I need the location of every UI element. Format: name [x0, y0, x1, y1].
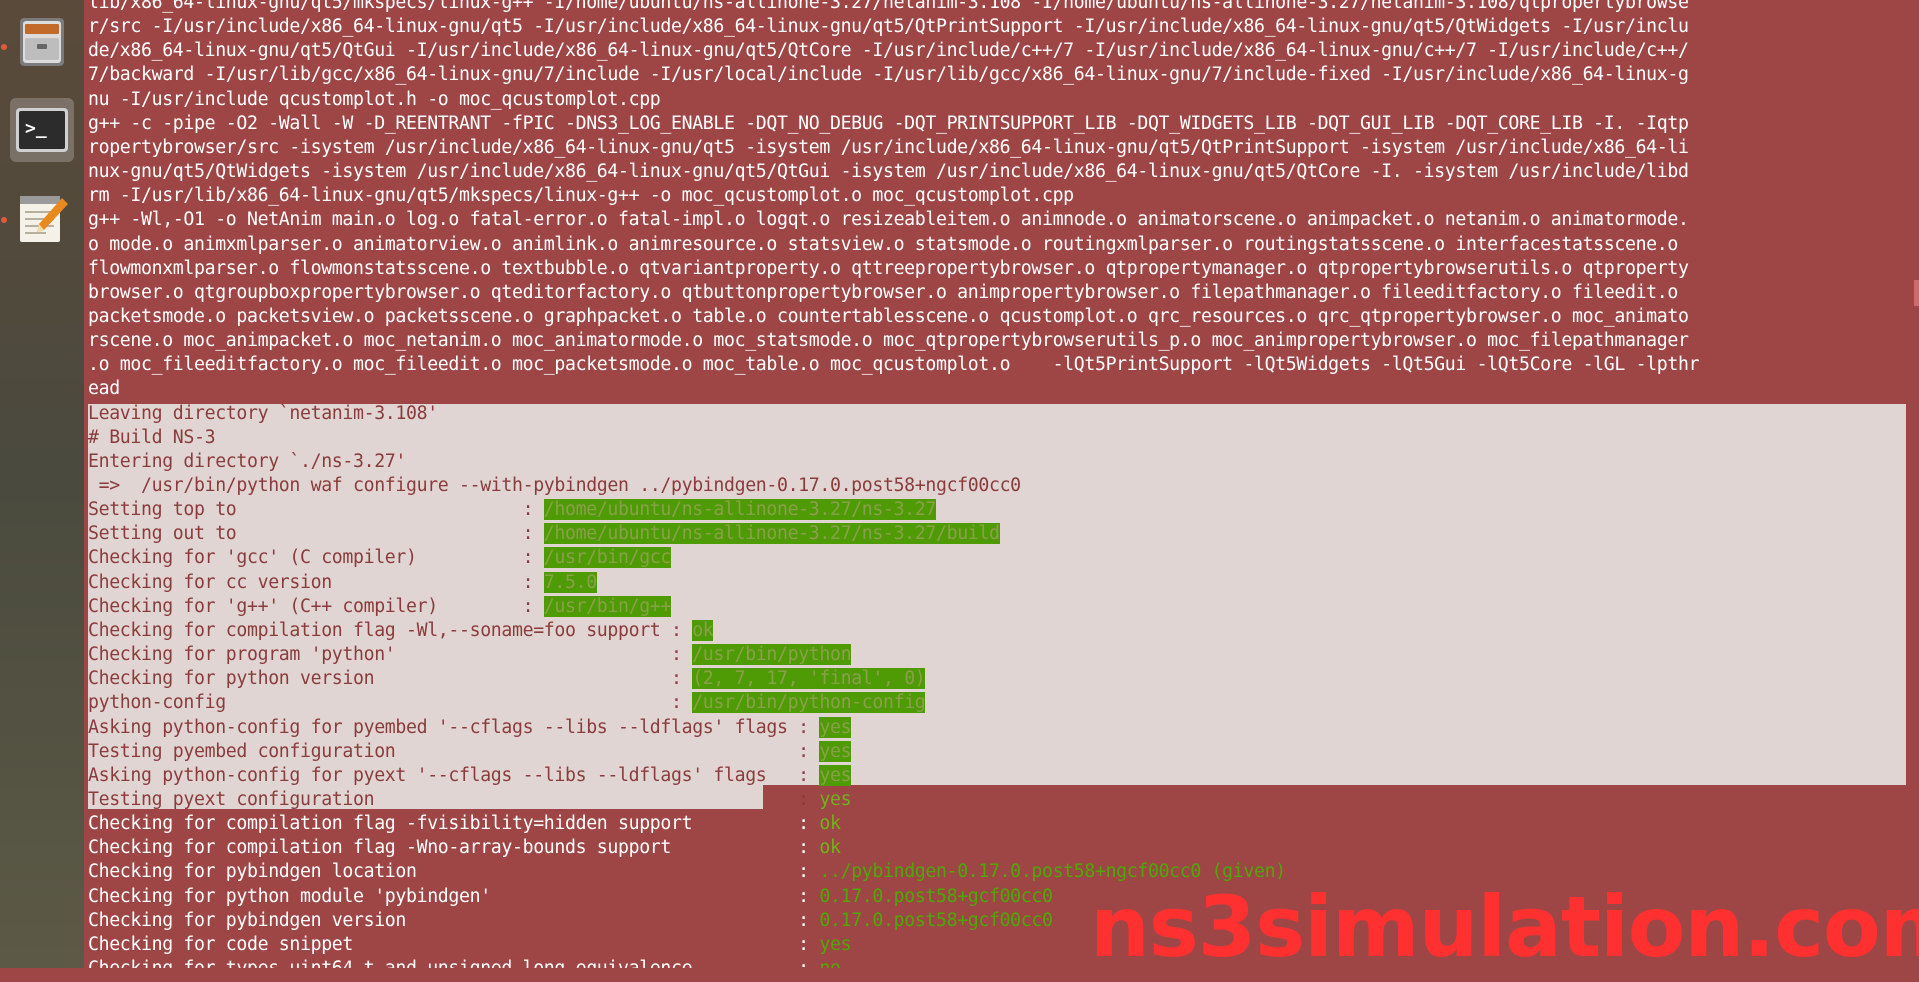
check-label: Checking for compilation flag -Wno-array…	[88, 837, 820, 859]
check-label: Setting top to :	[88, 499, 544, 521]
terminal-line: packetsmode.o packetsview.o packetsscene…	[88, 305, 1689, 327]
check-label: Asking python-config for pyext '--cflags…	[88, 764, 820, 786]
terminal-line: o mode.o animxmlparser.o animatorview.o …	[88, 233, 1678, 255]
terminal-line: Checking for program 'python' : /usr/bin…	[88, 643, 852, 667]
text-editor-launcher-button[interactable]	[10, 186, 74, 250]
terminal-line: r/src -I/usr/include/x86_64-linux-gnu/qt…	[88, 16, 1689, 38]
check-result: yes	[819, 716, 852, 738]
file-cabinet-icon	[20, 18, 64, 66]
check-result: /usr/bin/g++	[543, 595, 671, 617]
terminal-line: Setting out to : /home/ubuntu/ns-allinon…	[88, 522, 1000, 546]
terminal-line: Testing pyembed configuration : yes	[88, 740, 852, 764]
check-label: Checking for compilation flag -Wl,--sona…	[88, 619, 693, 641]
terminal-line: Checking for types uint64_t and unsigned…	[88, 957, 841, 968]
terminal-line: Setting top to : /home/ubuntu/ns-allinon…	[88, 498, 936, 522]
terminal-line: Checking for cc version : 7.5.0	[88, 571, 597, 595]
terminal-line: Checking for 'g++' (C++ compiler) : /usr…	[88, 595, 671, 619]
check-result: yes	[819, 764, 852, 786]
check-result: ok	[819, 813, 841, 835]
terminal-line: browser.o qtgroupboxpropertybrowser.o qt…	[88, 281, 1678, 303]
terminal-launcher-button[interactable]: >_	[10, 98, 74, 162]
terminal-line: Checking for compilation flag -Wl,--sona…	[88, 619, 714, 643]
terminal-line: Asking python-config for pyembed '--cfla…	[88, 716, 852, 740]
watermark: ns3simulation.com	[1090, 878, 1919, 976]
terminal-line: nu -I/usr/include qcustomplot.h -o moc_q…	[88, 88, 661, 110]
terminal-line: Asking python-config for pyext '--cflags…	[88, 764, 852, 788]
check-label: Checking for compilation flag -fvisibili…	[88, 813, 820, 835]
check-label: Checking for 'gcc' (C compiler) :	[88, 547, 544, 569]
scrollbar-indicator[interactable]	[1914, 280, 1919, 306]
check-label: Setting out to :	[88, 523, 544, 545]
check-result: 7.5.0	[543, 571, 597, 593]
terminal-line: Checking for python version : (2, 7, 17,…	[88, 667, 926, 691]
terminal-line: Leaving directory `netanim-3.108'	[88, 402, 438, 424]
check-label: python-config :	[88, 692, 693, 714]
terminal-line: Checking for code snippet : yes	[88, 933, 852, 957]
check-result: /usr/bin/python-config	[692, 692, 926, 714]
terminal-line: python-config : /usr/bin/python-config	[88, 691, 926, 715]
terminal-prompt: >_	[25, 118, 47, 139]
terminal-line: Testing pyext configuration : yes	[88, 788, 852, 812]
running-indicator	[1, 44, 7, 50]
check-label: Checking for code snippet :	[88, 933, 820, 955]
terminal-line: g++ -Wl,-O1 -o NetAnim main.o log.o fata…	[88, 209, 1689, 231]
check-label: Checking for python module 'pybindgen' :	[88, 885, 820, 907]
check-result: /home/ubuntu/ns-allinone-3.27/ns-3.27	[543, 499, 936, 521]
terminal-line: Checking for compilation flag -fvisibili…	[88, 812, 841, 836]
check-label: Checking for python version :	[88, 668, 693, 690]
check-label: Checking for types uint64_t and unsigned…	[88, 958, 819, 968]
running-indicator	[1, 217, 7, 223]
terminal-line: flowmonxmlparser.o flowmonstatsscene.o t…	[88, 257, 1689, 279]
check-label: Checking for program 'python' :	[88, 644, 693, 666]
check-result: no	[819, 958, 841, 968]
check-label: Checking for pybindgen location :	[88, 861, 820, 883]
terminal-line: rm -I/usr/lib/x86_64-linux-gnu/qt5/mkspe…	[88, 185, 1074, 207]
check-label: Checking for pybindgen version :	[88, 909, 820, 931]
terminal-line: Checking for 'gcc' (C compiler) : /usr/b…	[88, 546, 671, 570]
check-label: Checking for 'g++' (C++ compiler) :	[88, 595, 544, 617]
check-result: 0.17.0.post58+gcf00cc0	[819, 909, 1053, 931]
check-result: /home/ubuntu/ns-allinone-3.27/ns-3.27/bu…	[543, 523, 1000, 545]
check-label: Testing pyembed configuration :	[88, 740, 820, 762]
terminal-line: ead	[88, 378, 120, 400]
terminal-line: g++ -c -pipe -O2 -Wall -W -D_REENTRANT -…	[88, 112, 1689, 134]
terminal-line: Entering directory `./ns-3.27'	[88, 450, 406, 472]
launcher: >_	[0, 0, 84, 968]
files-launcher-button[interactable]	[10, 10, 74, 74]
terminal-icon: >_	[16, 108, 68, 152]
check-result: yes	[819, 788, 852, 810]
check-result: ok	[692, 619, 714, 641]
terminal-line: # Build NS-3	[88, 426, 216, 448]
terminal-line: lib/x86_64-linux-gnu/qt5/mkspecs/linux-g…	[88, 0, 1689, 13]
notepad-pencil-icon	[20, 196, 68, 242]
check-label: Testing pyext configuration :	[88, 788, 820, 810]
terminal-line: => /usr/bin/python waf configure --with-…	[88, 475, 1022, 496]
check-label: Asking python-config for pyembed '--cfla…	[88, 716, 820, 738]
check-result: 0.17.0.post58+gcf00cc0	[819, 885, 1053, 907]
check-result: yes	[819, 933, 852, 955]
terminal-line: Checking for python module 'pybindgen' :…	[88, 885, 1053, 909]
terminal-line: Checking for compilation flag -Wno-array…	[88, 836, 841, 860]
terminal-line: 7/backward -I/usr/lib/gcc/x86_64-linux-g…	[88, 64, 1689, 86]
check-result: /usr/bin/gcc	[543, 547, 671, 569]
check-result: ok	[819, 837, 841, 859]
terminal-line: ropertybrowser/src -isystem /usr/include…	[88, 136, 1689, 158]
check-result: (2, 7, 17, 'final', 0)	[692, 668, 926, 690]
terminal-line: de/x86_64-linux-gnu/qt5/QtGui -I/usr/inc…	[88, 40, 1689, 62]
terminal-line: rscene.o moc_animpacket.o moc_netanim.o …	[88, 330, 1689, 352]
check-result: yes	[819, 740, 852, 762]
check-result: /usr/bin/python	[692, 644, 852, 666]
terminal-window[interactable]: lib/x86_64-linux-gnu/qt5/mkspecs/linux-g…	[84, 0, 1919, 968]
check-label: Checking for cc version :	[88, 571, 544, 593]
terminal-line: Checking for pybindgen version : 0.17.0.…	[88, 909, 1053, 933]
terminal-line: .o moc_fileeditfactory.o moc_fileedit.o …	[88, 354, 1700, 376]
terminal-line: nux-gnu/qt5/QtWidgets -isystem /usr/incl…	[88, 161, 1689, 183]
